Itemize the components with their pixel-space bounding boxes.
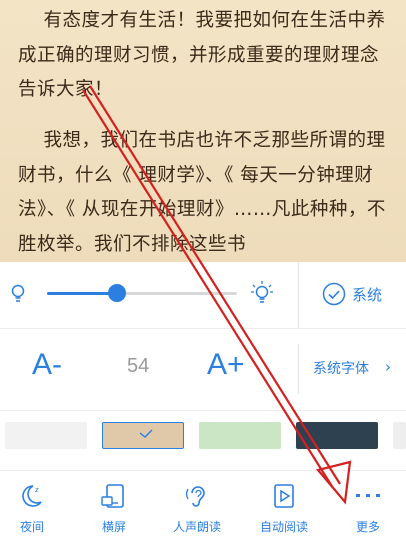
divider: [298, 262, 299, 328]
divider: [298, 344, 299, 394]
theme-row: [0, 410, 406, 470]
theme-more-swatch[interactable]: [393, 422, 406, 449]
ear-icon: [186, 486, 205, 507]
book-paragraph: 我想，我们在书店也许不乏那些所谓的理财书，什么《 理财学》、《 每天一分钟理财法…: [18, 130, 386, 255]
more-button[interactable]: 更多: [328, 470, 406, 537]
brightness-slider-fill: [47, 292, 118, 295]
font-increase-button[interactable]: A+: [207, 348, 245, 382]
book-paragraph: 有态度才有生活！我要把如何在生活中养成正确的理财习惯，并形成重要的理财理念告诉大…: [18, 10, 386, 100]
system-brightness-check-icon[interactable]: [322, 282, 346, 306]
tts-button[interactable]: 人声朗读: [157, 470, 237, 537]
theme-green-swatch[interactable]: [199, 422, 281, 449]
theme-tan-swatch[interactable]: [102, 422, 184, 449]
auto-read-button[interactable]: 自动阅读: [244, 470, 324, 537]
reading-area[interactable]: 有态度才有生活！我要把如何在生活中养成正确的理财习惯，并形成重要的理财理念告诉大…: [0, 0, 406, 262]
bottom-toolbar: z 夜间 横屏 人声朗读 自动阅读 更多: [0, 470, 406, 537]
phone-rotate-icon: [101, 484, 124, 508]
tool-label: 人声朗读: [172, 520, 221, 534]
theme-dark-swatch[interactable]: [296, 422, 378, 449]
landscape-button[interactable]: 横屏: [74, 470, 154, 537]
font-decrease-button[interactable]: A-: [32, 348, 62, 382]
tool-label: 夜间: [19, 520, 44, 534]
dim-bulb-icon: [11, 284, 25, 302]
svg-text:z: z: [35, 486, 39, 494]
system-brightness-toggle[interactable]: 系统: [352, 284, 382, 305]
font-size-value: 54: [127, 355, 150, 377]
brightness-row: 系统: [0, 262, 406, 328]
night-mode-button[interactable]: z 夜间: [0, 470, 72, 537]
font-family-button[interactable]: 系统字体: [313, 358, 369, 378]
tool-label: 更多: [355, 520, 380, 534]
moon-icon: z: [22, 485, 42, 507]
more-dots-icon: [356, 494, 380, 497]
brightness-slider[interactable]: [47, 292, 237, 295]
theme-white-swatch[interactable]: [5, 422, 87, 449]
tool-label: 横屏: [101, 520, 126, 534]
font-size-row: A- 54 A+ 系统字体 ›: [0, 328, 406, 410]
play-book-icon: [274, 484, 294, 508]
bright-bulb-icon: [251, 281, 273, 303]
chevron-right-icon: ›: [385, 358, 391, 376]
reading-settings-panel: 系统 A- 54 A+ 系统字体 › z 夜间 横屏 人声朗读 自动阅读 更多: [0, 262, 406, 537]
check-icon: [139, 429, 153, 438]
tool-label: 自动阅读: [259, 520, 308, 534]
brightness-slider-handle[interactable]: [108, 284, 127, 302]
